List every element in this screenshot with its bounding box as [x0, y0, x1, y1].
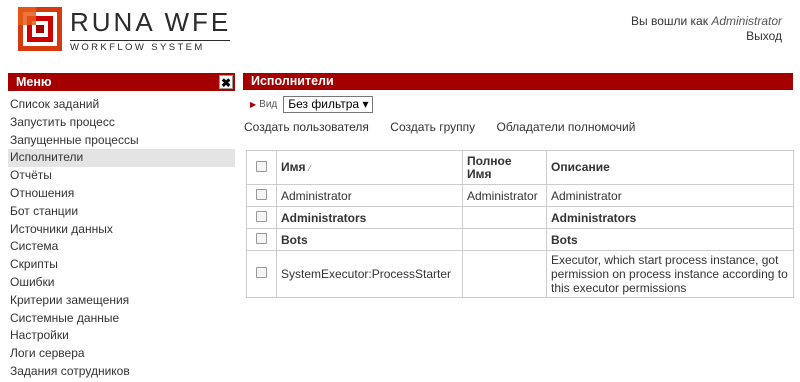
sidebar-item[interactable]: Запустить процесс [8, 114, 235, 132]
sidebar-header: Меню ✖ [8, 73, 235, 91]
cell-full-name [462, 228, 547, 251]
column-full-name-label-2: Имя [467, 166, 492, 181]
permission-holders-link[interactable]: Обладатели полномочий [496, 120, 635, 134]
sidebar-item[interactable]: Задания сотрудников [8, 363, 235, 381]
cell-full-name: Administrator [462, 184, 547, 207]
column-name-label: Имя [281, 159, 306, 174]
row-checkbox-cell [246, 184, 277, 207]
sidebar-item[interactable]: Источники данных [8, 221, 235, 239]
logo-subtitle: WORKFLOW SYSTEM [70, 40, 230, 53]
row-checkbox-cell [246, 228, 277, 251]
logo[interactable]: RUNA WFE WORKFLOW SYSTEM [18, 7, 233, 53]
create-group-link[interactable]: Создать группу [390, 120, 475, 134]
executors-table: Имя ⁄ Полное Имя Описание Administrator Ad… [246, 150, 794, 298]
username[interactable]: Administrator [711, 14, 782, 28]
sidebar-item[interactable]: Запущенные процессы [8, 132, 235, 150]
column-full-name[interactable]: Полное Имя [462, 150, 547, 185]
row-checkbox[interactable] [256, 232, 267, 244]
cell-name[interactable]: Bots [276, 228, 463, 251]
user-box: Вы вошли как Administrator Выход [631, 14, 782, 44]
create-user-link[interactable]: Создать пользователя [244, 120, 369, 134]
logo-title: RUNA WFE [70, 7, 232, 37]
cell-name[interactable]: Administrator [276, 184, 463, 207]
table-row[interactable]: Bots Bots [246, 228, 794, 251]
sidebar-item[interactable]: Отношения [8, 185, 235, 203]
close-icon[interactable]: ✖ [219, 75, 233, 90]
cell-description: Administrator [546, 184, 794, 207]
logged-in-label: Вы вошли как [630, 14, 712, 28]
row-checkbox[interactable] [256, 210, 267, 222]
sidebar-item[interactable]: Критерии замещения [8, 292, 235, 310]
filter-label[interactable]: Вид [259, 99, 277, 110]
row-checkbox-cell [246, 206, 277, 229]
sidebar-item[interactable]: Исполнители [8, 149, 235, 168]
table-row[interactable]: Administrators Administrators [246, 206, 794, 229]
sidebar-title: Меню [16, 75, 52, 89]
sidebar-item[interactable]: Настройки [8, 327, 235, 345]
runa-logo-icon [18, 7, 62, 51]
sidebar-item[interactable]: Отчёты [8, 167, 235, 185]
cell-description: Administrators [546, 206, 794, 229]
cell-name[interactable]: Administrators [276, 206, 463, 229]
select-all-cell [246, 150, 277, 185]
column-full-name-label-1: Полное [467, 153, 512, 168]
sidebar-item[interactable]: Скрипты [8, 256, 235, 274]
filter-select[interactable]: Без фильтра ▾ [283, 95, 374, 113]
row-checkbox[interactable] [256, 267, 267, 278]
page-title: Исполнители [243, 73, 793, 90]
select-all-checkbox[interactable] [256, 160, 267, 172]
cell-full-name [462, 250, 547, 298]
sidebar-item[interactable]: Бот станции [8, 203, 235, 221]
sidebar-item[interactable]: Система [8, 238, 235, 256]
sidebar-menu: Меню ✖ Список заданий Запустить процесс За… [8, 73, 235, 381]
filter-value: Без фильтра [288, 96, 360, 111]
column-description[interactable]: Описание [546, 150, 794, 185]
logout-link[interactable]: Выход [631, 29, 782, 44]
sort-icon: ⁄ [308, 163, 311, 173]
sidebar-item[interactable]: Логи сервера [8, 345, 235, 363]
menu-list: Список заданий Запустить процесс Запущенны… [8, 96, 235, 381]
sidebar-item[interactable]: Ошибки [8, 274, 235, 292]
expand-arrow-icon[interactable]: ▶ [250, 100, 256, 109]
row-checkbox-cell [246, 250, 277, 298]
sidebar-item[interactable]: Список заданий [8, 96, 235, 114]
cell-description: Bots [546, 228, 794, 251]
main-panel: Исполнители ▶ Вид Без фильтра ▾ Создать … [243, 73, 793, 134]
cell-description: Executor, which start process instance, … [546, 250, 794, 298]
table-header-row: Имя ⁄ Полное Имя Описание [246, 150, 794, 185]
column-name[interactable]: Имя ⁄ [276, 150, 463, 185]
column-description-label: Описание [551, 160, 610, 174]
table-row[interactable]: SystemExecutor:ProcessStarter Executor, w… [246, 250, 794, 298]
cell-full-name [462, 206, 547, 229]
action-links: Создать пользователя Создать группу Обла… [243, 120, 793, 134]
row-checkbox[interactable] [256, 188, 267, 200]
filter-row: ▶ Вид Без фильтра ▾ [243, 95, 793, 113]
cell-name[interactable]: SystemExecutor:ProcessStarter [276, 250, 463, 298]
sidebar-item[interactable]: Системные данные [8, 310, 235, 328]
table-row[interactable]: Administrator Administrator Administrator [246, 184, 794, 207]
